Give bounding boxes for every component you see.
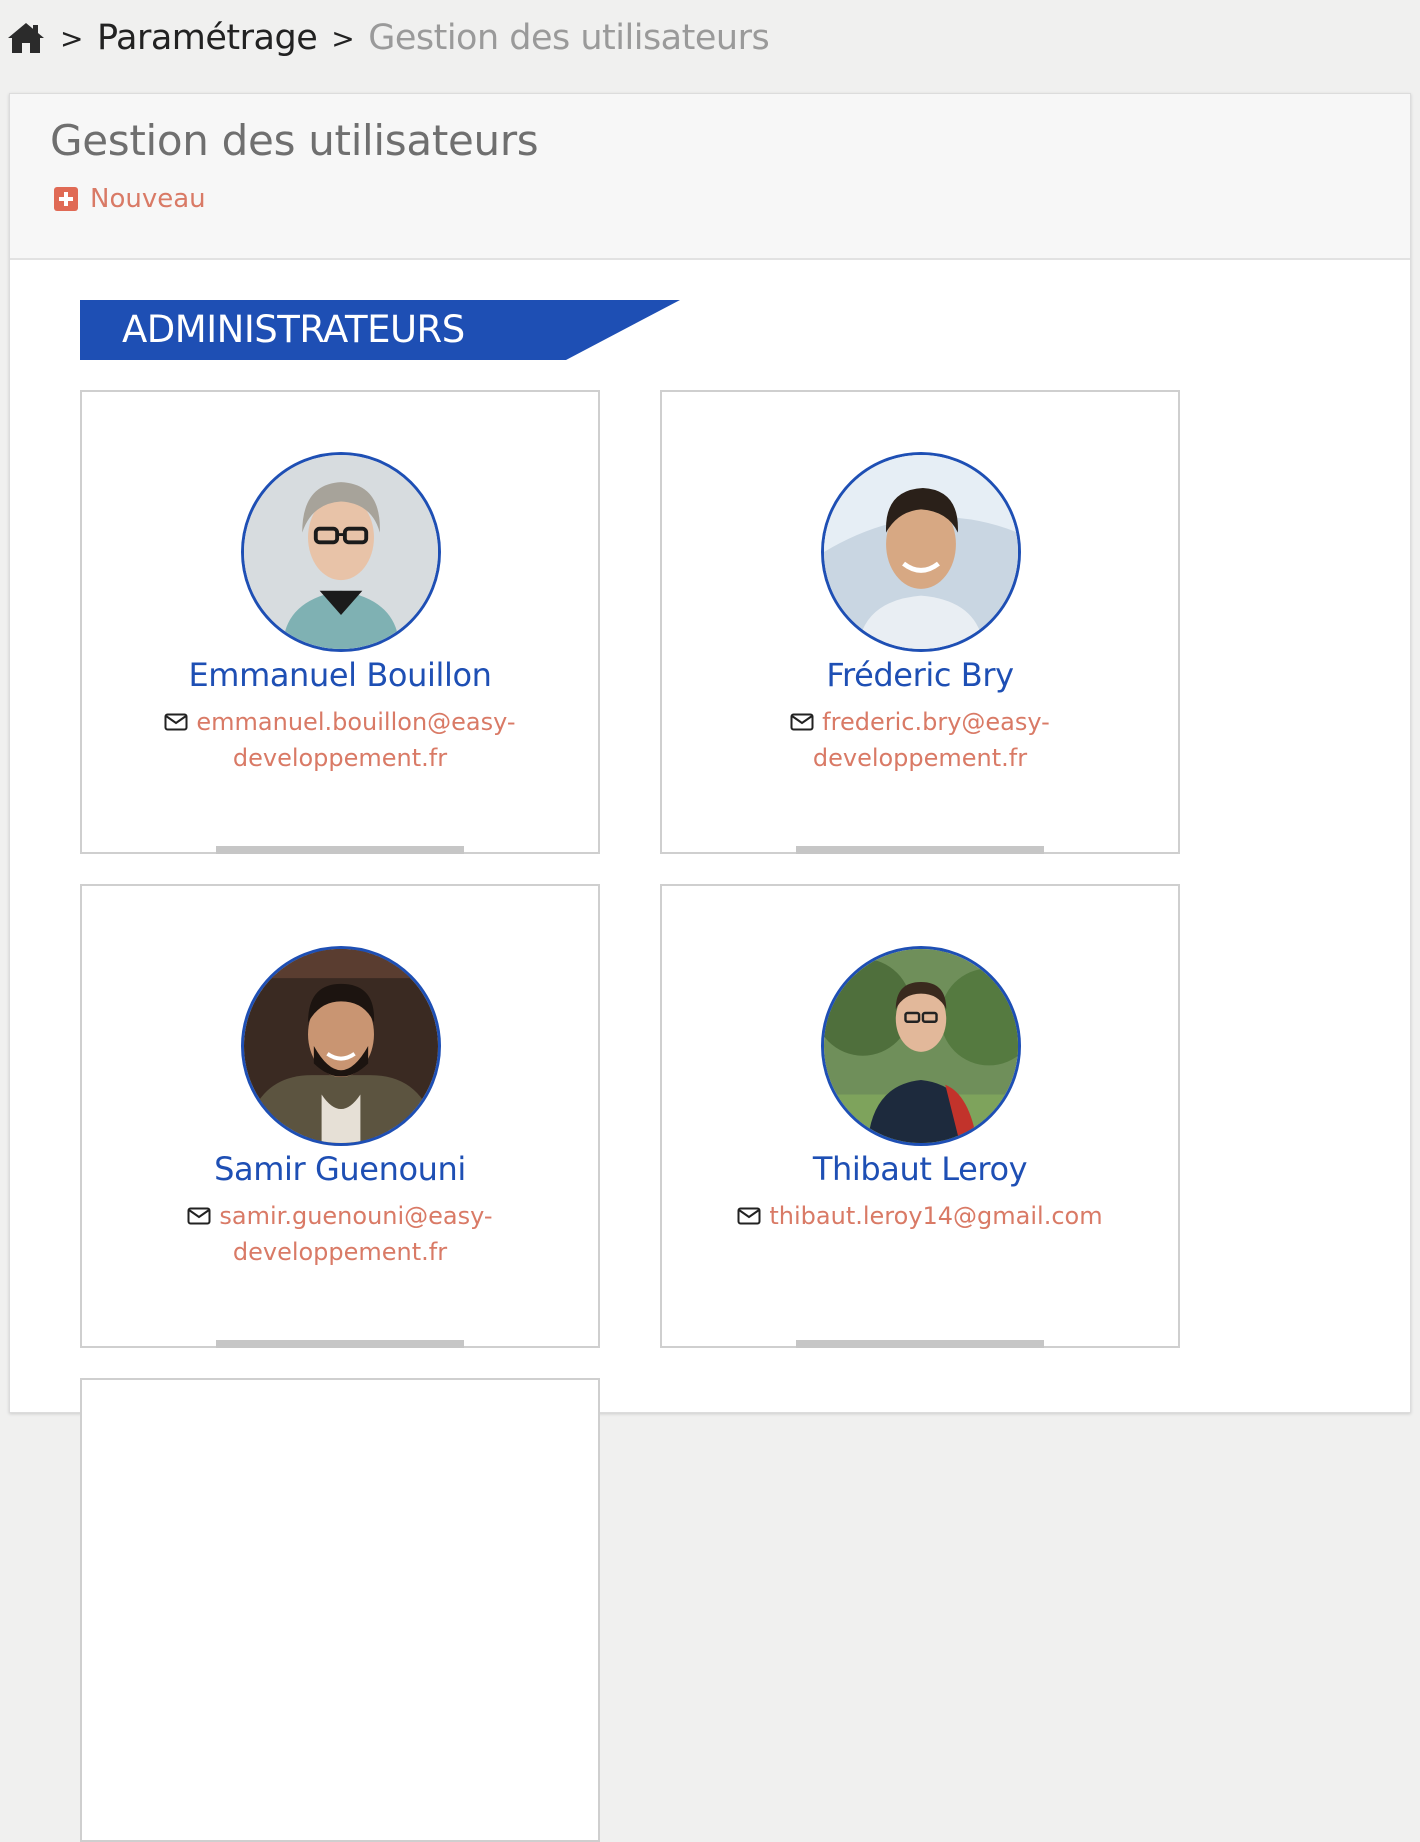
home-icon[interactable] [6,20,46,56]
avatar [821,452,1021,652]
user-name: Samir Guenouni [214,1150,466,1188]
envelope-icon [737,1207,761,1225]
user-email-link-cont[interactable]: developpement.fr [233,1238,447,1266]
breadcrumb-item-parametrage[interactable]: Paramétrage [97,18,318,58]
user-email: frederic.bry@easy- developpement.fr [722,704,1118,776]
card-divider [216,1340,464,1348]
chevron-right-icon: > [331,21,355,55]
user-email-link[interactable]: frederic.bry@easy- [822,708,1050,736]
user-card[interactable]: Samir Guenouni samir.guenouni@easy- deve… [80,884,600,1348]
card-divider [796,1340,1044,1348]
avatar [241,452,441,652]
card-divider [796,846,1044,854]
user-email-link-cont[interactable]: developpement.fr [813,744,1027,772]
avatar [241,946,441,1146]
new-user-button[interactable]: Nouveau [54,184,206,214]
user-name: Emmanuel Bouillon [188,656,492,694]
panel-header: Gestion des utilisateurs Nouveau [10,94,1410,260]
users-panel: Gestion des utilisateurs Nouveau ADMINIS… [9,93,1411,1842]
breadcrumb-item-current: Gestion des utilisateurs [368,18,770,58]
user-email: samir.guenouni@easy- developpement.fr [142,1198,538,1270]
card-divider [216,846,464,854]
user-card[interactable]: Fréderic Bry frederic.bry@easy- developp… [660,390,1180,854]
user-card[interactable]: Emmanuel Bouillon emmanuel.bouillon@easy… [80,390,600,854]
section-banner: ADMINISTRATEURS [80,300,680,360]
user-email-link-cont[interactable]: developpement.fr [233,744,447,772]
user-email: emmanuel.bouillon@easy- developpement.fr [142,704,538,776]
user-name: Thibaut Leroy [812,1150,1028,1188]
chevron-right-icon: > [60,21,83,55]
breadcrumb: > Paramétrage > Gestion des utilisateurs [6,14,770,62]
section-title: ADMINISTRATEURS [122,308,465,351]
avatar [821,946,1021,1146]
user-email-link[interactable]: samir.guenouni@easy- [219,1202,492,1230]
envelope-icon [187,1207,211,1225]
user-email-link[interactable]: emmanuel.bouillon@easy- [196,708,515,736]
new-user-label: Nouveau [90,184,206,214]
user-email-link[interactable]: thibaut.leroy14@gmail.com [769,1202,1102,1230]
user-card[interactable]: Thibaut Leroy thibaut.leroy14@gmail.com [660,884,1180,1348]
envelope-icon [790,713,814,731]
plus-square-icon [54,187,78,211]
user-card[interactable] [80,1378,600,1842]
user-email: thibaut.leroy14@gmail.com [722,1198,1118,1234]
page-title: Gestion des utilisateurs [50,116,539,165]
envelope-icon [164,713,188,731]
user-name: Fréderic Bry [826,656,1014,694]
